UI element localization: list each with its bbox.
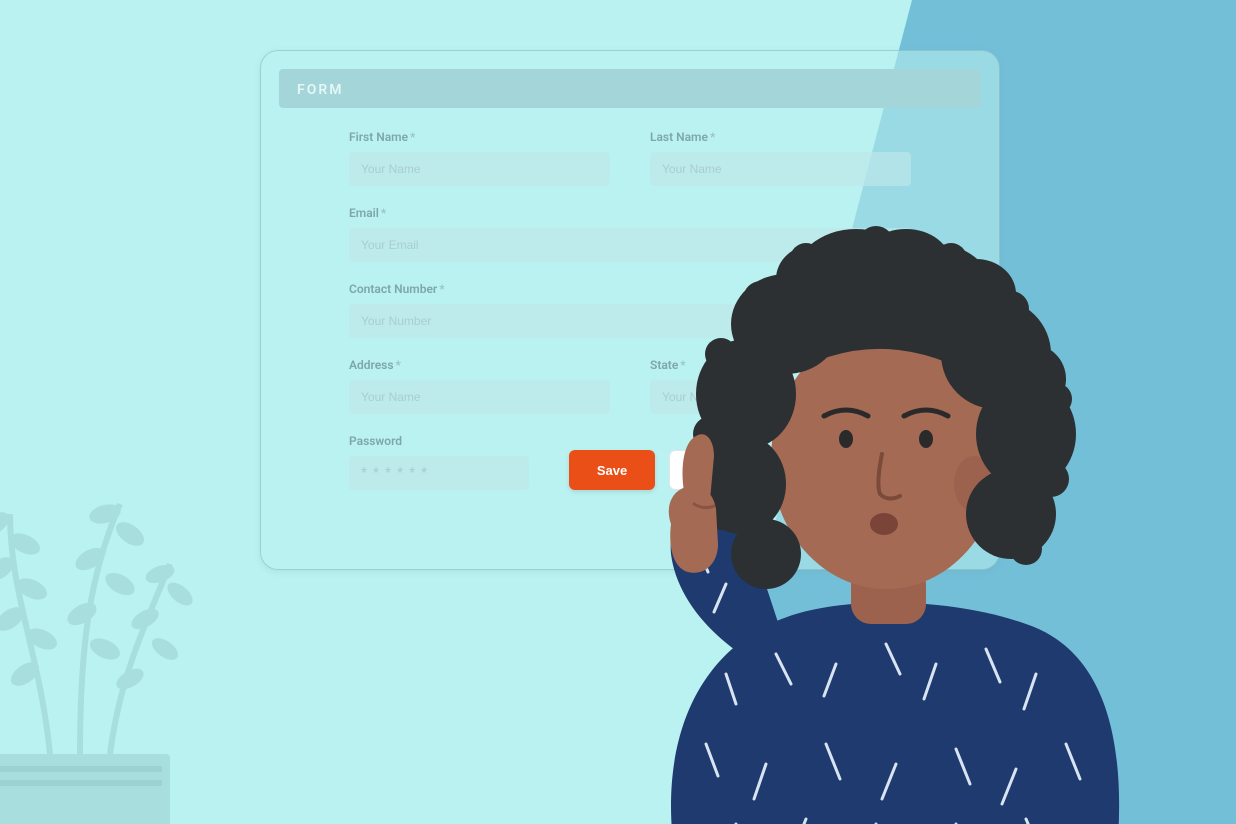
contact-number-input[interactable]	[349, 304, 911, 338]
address-label: Address*	[349, 358, 610, 372]
form-card: FORM First Name* Last Name*	[279, 69, 981, 551]
save-button[interactable]: Save	[569, 450, 655, 490]
plant-illustration	[0, 394, 230, 824]
email-label: Email*	[349, 206, 911, 220]
illustration-stage: FORM First Name* Last Name*	[0, 0, 1236, 824]
last-name-label: Last Name*	[650, 130, 911, 144]
form-header: FORM	[279, 69, 981, 108]
contact-number-label: Contact Number*	[349, 282, 911, 296]
state-input[interactable]	[650, 380, 911, 414]
form-tablet: FORM First Name* Last Name*	[260, 50, 1000, 570]
password-label: Password	[349, 434, 529, 448]
first-name-label: First Name*	[349, 130, 610, 144]
continue-button[interactable]: Continue	[669, 450, 755, 490]
form-title: FORM	[297, 82, 344, 98]
address-input[interactable]	[349, 380, 610, 414]
first-name-input[interactable]	[349, 152, 610, 186]
password-input[interactable]: ******	[349, 456, 529, 490]
last-name-input[interactable]	[650, 152, 911, 186]
state-label: State*	[650, 358, 911, 372]
email-input[interactable]	[349, 228, 911, 262]
form-body: First Name* Last Name* Email*	[279, 130, 981, 510]
